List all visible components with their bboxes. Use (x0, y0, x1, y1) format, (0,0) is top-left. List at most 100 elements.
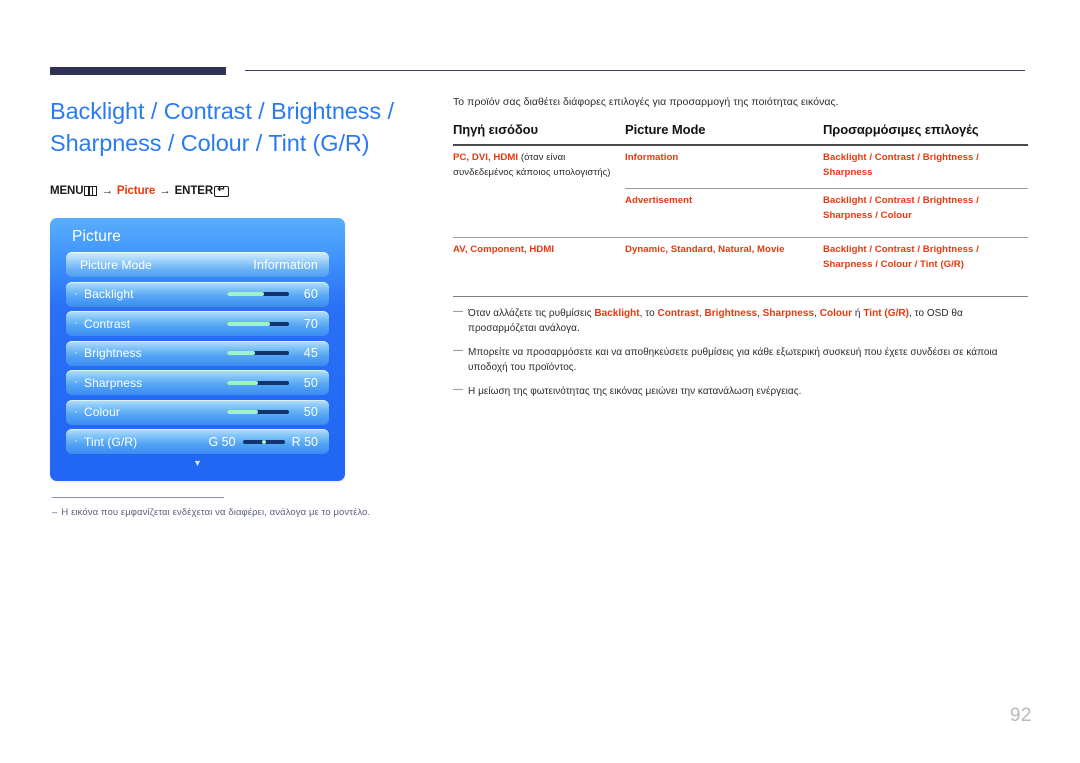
osd-tint-control[interactable]: G 50 R 50 (208, 435, 318, 449)
osd-slider-sharpness[interactable] (227, 380, 289, 385)
osd-tint-red-value: R 50 (291, 434, 318, 449)
osd-label-brightness: Brightness (84, 346, 142, 360)
osd-row-backlight[interactable]: · Backlight 60 (66, 281, 329, 307)
osd-bullet-contrast: · (74, 317, 78, 329)
enter-return-icon: ↵ (214, 185, 230, 197)
notes-divider (453, 296, 1028, 297)
note-text: Μπορείτε να προσαρμόσετε και να αποθηκεύ… (468, 345, 1028, 375)
menu-path-menu-label: MENU (50, 185, 84, 197)
table-cell-options-1: Backlight / Contrast / Brightness / Shar… (823, 152, 979, 178)
osd-slider-fill-contrast (227, 321, 271, 326)
left-column: Backlight / Contrast / Brightness / Shar… (50, 95, 430, 197)
left-footnote: – Η εικόνα που εμφανίζεται ενδέχεται να … (52, 507, 452, 518)
table-cell-mode-1: Information (625, 152, 679, 163)
page-number: 92 (1009, 705, 1032, 726)
osd-row-picture-mode[interactable]: Picture Mode Information (66, 252, 329, 277)
left-footnote-divider (52, 497, 224, 498)
table-row: PC, DVI, HDMI (όταν είναι συνδεδεμένος κ… (453, 146, 1028, 188)
note-dash: — (453, 306, 464, 317)
osd-tint-green-value: G 50 (208, 434, 236, 449)
table-cell-options-2: Backlight / Contrast / Brightness / Shar… (823, 195, 979, 221)
table-header-row: Πηγή εισόδου Picture Mode Προσαρμόσιμες … (453, 122, 1028, 144)
osd-bullet-brightness: · (74, 346, 78, 359)
osd-slider-fill-backlight (227, 292, 265, 296)
right-column: Το προϊόν σας διαθέτει διάφορες επιλογές… (453, 96, 1028, 399)
osd-bullet-tint: · (74, 435, 78, 447)
osd-row-contrast[interactable]: · Contrast 70 (66, 311, 329, 336)
table-header-source: Πηγή εισόδου (453, 122, 538, 137)
note-item: — Όταν αλλάζετε τις ρυθμίσεις Backlight,… (453, 306, 1028, 336)
osd-slider-colour[interactable] (227, 410, 289, 414)
note-text: Η μείωση της φωτεινότητας της εικόνας με… (468, 384, 801, 399)
header-accent-bar (50, 67, 226, 75)
osd-label-colour: Colour (84, 405, 120, 419)
osd-label-backlight: Backlight (84, 287, 134, 301)
osd-value-contrast: 70 (303, 316, 318, 331)
note-highlight-term: Colour (819, 308, 853, 319)
osd-row-brightness[interactable]: · Brightness 45 (66, 340, 329, 366)
menu-path-breadcrumb: MENU → Picture → ENTER ↵ (50, 185, 430, 197)
menu-path-picture-label: Picture (116, 185, 156, 197)
menu-bars-icon (84, 186, 98, 196)
note-item: — Μπορείτε να προσαρμόσετε και να αποθηκ… (453, 345, 1028, 375)
note-dash: — (453, 345, 464, 356)
osd-label-picture-mode: Picture Mode (80, 257, 152, 272)
osd-value-brightness: 45 (303, 346, 318, 360)
note-highlight-term: Tint (G/R) (863, 308, 909, 319)
table-cell-mode-3: Dynamic, Standard, Natural, Movie (625, 244, 785, 255)
osd-bullet-sharpness: · (74, 376, 78, 388)
table-row: AV, Component, HDMI Dynamic, Standard, N… (453, 238, 1028, 280)
osd-slider-fill-colour (227, 410, 258, 414)
note-plain-text: Μπορείτε να προσαρμόσετε και να αποθηκεύ… (468, 347, 998, 373)
menu-path-arrow-1: → (101, 185, 113, 197)
osd-slider-contrast[interactable] (227, 321, 289, 326)
note-plain-text: Όταν αλλάζετε τις ρυθμίσεις (468, 308, 595, 319)
table-cell-mode-2: Advertisement (625, 195, 693, 206)
osd-slider-brightness[interactable] (227, 351, 289, 355)
note-plain-text: ή (852, 308, 864, 319)
note-item: — Η μείωση της φωτεινότητας της εικόνας … (453, 384, 1028, 399)
header-divider-line (245, 70, 1025, 71)
osd-bullet-colour: · (74, 405, 78, 418)
table-row: Advertisement Backlight / Contrast / Bri… (453, 189, 1028, 231)
note-highlight-term: Backlight (594, 308, 640, 319)
chevron-down-icon[interactable]: ▼ (66, 458, 329, 468)
osd-value-colour: 50 (303, 405, 318, 419)
osd-tint-slider-thumb (261, 439, 266, 444)
table-cell-source-2 (453, 189, 625, 231)
osd-row-sharpness[interactable]: · Sharpness 50 (66, 370, 329, 395)
osd-row-list: Picture Mode Information · Backlight 60 … (50, 252, 345, 468)
osd-slider-fill-brightness (227, 351, 255, 355)
osd-row-tint[interactable]: · Tint (G/R) G 50 R 50 (66, 429, 329, 454)
menu-path-arrow-2: → (159, 185, 171, 197)
osd-bullet-backlight: · (74, 287, 78, 300)
osd-picture-menu-panel: Picture Picture Mode Information · Backl… (50, 218, 345, 481)
osd-slider-backlight[interactable] (227, 292, 289, 296)
table-cell-source-1: PC, DVI, HDMI (όταν είναι συνδεδεμένος κ… (453, 146, 625, 188)
page-title: Backlight / Contrast / Brightness / Shar… (50, 98, 394, 156)
table-cell-options-3: Backlight / Contrast / Brightness / Shar… (823, 244, 979, 270)
osd-label-contrast: Contrast (84, 316, 131, 331)
note-highlight-term: Brightness (704, 308, 758, 319)
intro-paragraph: Το προϊόν σας διαθέτει διάφορες επιλογές… (453, 96, 839, 108)
table-header-picture-mode: Picture Mode (625, 122, 706, 137)
osd-tint-slider[interactable] (242, 439, 285, 444)
picture-options-table: Πηγή εισόδου Picture Mode Προσαρμόσιμες … (453, 122, 1028, 280)
note-text: Όταν αλλάζετε τις ρυθμίσεις Backlight, τ… (468, 306, 1028, 336)
osd-label-tint: Tint (G/R) (84, 434, 138, 449)
note-plain-text: , το (639, 308, 658, 319)
osd-label-sharpness: Sharpness (84, 375, 143, 390)
left-footnote-text: Η εικόνα που εμφανίζεται ενδέχεται να δι… (61, 507, 371, 518)
note-dash: — (453, 384, 464, 395)
osd-title: Picture (72, 228, 121, 245)
table-cell-source-1-red: PC, DVI, HDMI (453, 152, 519, 163)
osd-value-backlight: 60 (303, 287, 318, 301)
left-footnote-dash: – (52, 507, 58, 518)
table-header-adjustable-options: Προσαρμόσιμες επιλογές (823, 122, 979, 137)
table-cell-source-3: AV, Component, HDMI (453, 244, 555, 255)
osd-value-sharpness: 50 (303, 375, 318, 390)
osd-row-colour[interactable]: · Colour 50 (66, 399, 329, 425)
osd-value-picture-mode: Information (253, 257, 318, 272)
note-plain-text: Η μείωση της φωτεινότητας της εικόνας με… (468, 386, 802, 397)
osd-slider-fill-sharpness (227, 380, 258, 385)
